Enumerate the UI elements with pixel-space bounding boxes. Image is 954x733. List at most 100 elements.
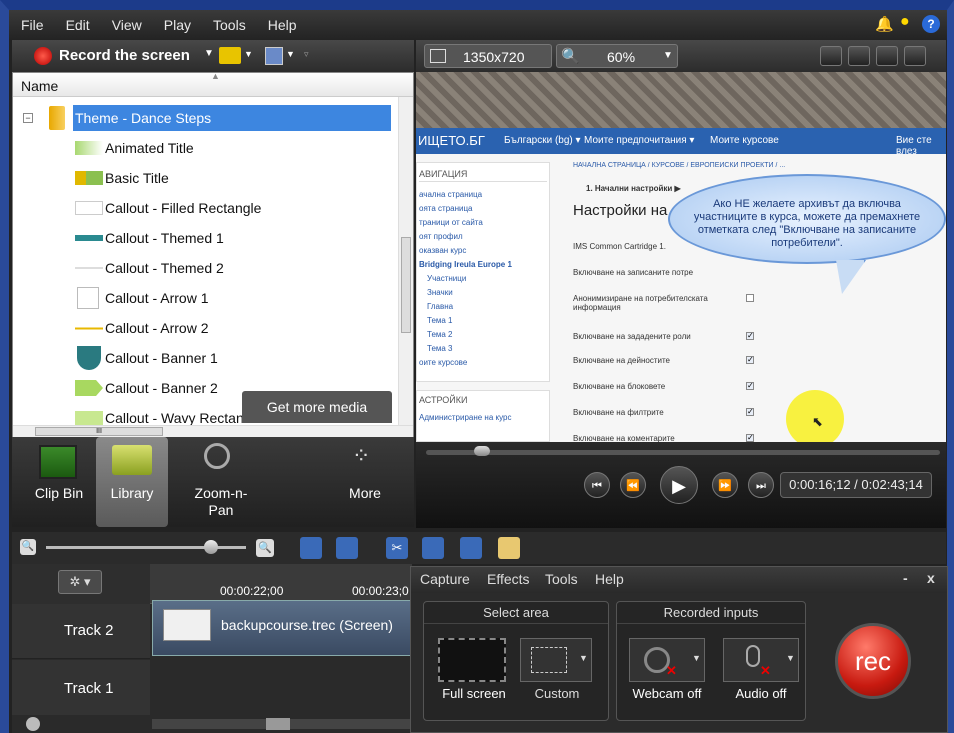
nav-block: АВИГАЦИЯ ачална страница оята страница тра… xyxy=(416,162,550,382)
hand-icon[interactable] xyxy=(848,46,870,66)
full-screen-button[interactable] xyxy=(438,638,506,682)
fit-icon[interactable] xyxy=(876,46,898,66)
minimize-button[interactable]: - xyxy=(903,570,908,586)
dimensions-button[interactable]: 1350x720 xyxy=(424,44,552,68)
custom-area-button[interactable]: ▼ xyxy=(520,638,592,682)
gear-icon[interactable]: ✲ ▾ xyxy=(58,570,102,594)
menu-play[interactable]: Play xyxy=(152,10,201,33)
record-screen-button[interactable]: Record the screen xyxy=(59,47,190,64)
paste-icon[interactable] xyxy=(498,537,520,559)
copy-icon[interactable] xyxy=(460,537,482,559)
list-item[interactable]: Callout - Arrow 2 xyxy=(13,313,398,343)
split-icon[interactable] xyxy=(422,537,444,559)
timeline-clip[interactable]: backupcourse.trec (Screen) xyxy=(152,600,412,656)
zoom-in-icon[interactable]: 🔍 xyxy=(256,539,274,557)
chevron-down-icon[interactable]: ▼ xyxy=(204,48,214,59)
produce-icon[interactable] xyxy=(265,47,283,65)
list-item[interactable]: Callout - Banner 1 xyxy=(13,343,398,373)
list-item[interactable]: Callout - Arrow 1 xyxy=(13,283,398,313)
group-title: Recorded inputs xyxy=(617,602,805,624)
tab-zoom-n-pan[interactable]: Zoom-n- Pan xyxy=(176,437,266,527)
list-item[interactable]: − Theme - Dance Steps xyxy=(13,103,398,133)
site-navbar: ИЩЕТО.БГ Български (bg) ▾ Моите предпочи… xyxy=(416,128,946,157)
audio-toggle[interactable]: ✕ ▼ xyxy=(723,638,799,682)
time-ruler[interactable]: 00:00:22;00 00:00:23;0 xyxy=(150,564,412,604)
scroll-thumb[interactable] xyxy=(266,718,290,730)
list-item[interactable]: Callout - Themed 1 xyxy=(13,223,398,253)
vertical-scrollbar[interactable] xyxy=(398,97,413,425)
step-label: 1. Начални настройки ▶ xyxy=(586,184,681,193)
horizontal-scrollbar[interactable]: III xyxy=(13,425,413,437)
menu-effects[interactable]: Effects xyxy=(487,571,530,587)
skip-forward-icon[interactable]: ⏭ xyxy=(748,472,774,498)
thumbnail-icon xyxy=(75,411,103,425)
tab-library[interactable]: Library xyxy=(96,437,168,527)
list-item-label: Callout - Themed 1 xyxy=(105,230,224,246)
redo-icon[interactable] xyxy=(336,537,358,559)
audio-label: Audio off xyxy=(735,686,787,701)
nav-link: Тема 3 xyxy=(427,344,453,353)
list-item[interactable]: Animated Title xyxy=(13,133,398,163)
menu-edit[interactable]: Edit xyxy=(54,10,100,33)
track-height-thumb[interactable] xyxy=(26,717,40,731)
menu-help[interactable]: Help xyxy=(256,10,307,33)
overflow-icon[interactable]: ▿ xyxy=(304,49,309,60)
zoom-out-icon[interactable]: 🔍 xyxy=(20,539,36,555)
zoom-dropdown[interactable]: 🔍 60% ▼ xyxy=(556,44,678,68)
get-more-media-button[interactable]: Get more media xyxy=(242,391,392,423)
track-header[interactable]: Track 1 xyxy=(12,660,150,715)
list-item[interactable]: Basic Title xyxy=(13,163,398,193)
tab-label: More xyxy=(349,485,381,501)
chevron-down-icon: ▼ xyxy=(692,653,701,663)
canvas-preview[interactable]: ИЩЕТО.БГ Български (bg) ▾ Моите предпочи… xyxy=(416,72,946,442)
list-item[interactable]: Callout - Filled Rectangle xyxy=(13,193,398,223)
menu-capture[interactable]: Capture xyxy=(420,571,470,587)
menu-tools[interactable]: Tools xyxy=(201,10,256,33)
seek-bar[interactable] xyxy=(426,450,940,455)
chevron-down-icon[interactable]: ▼ xyxy=(244,49,253,59)
bell-icon[interactable]: 🔔 xyxy=(875,15,894,33)
rewind-icon[interactable]: ⏪ xyxy=(620,472,646,498)
track-header[interactable]: Track 2 xyxy=(12,604,150,659)
scroll-thumb[interactable] xyxy=(401,237,411,333)
tab-clip-bin[interactable]: Clip Bin xyxy=(18,437,100,527)
ruler-label: 00:00:22;00 xyxy=(220,584,284,598)
zoom-slider-thumb[interactable] xyxy=(204,540,218,554)
play-button[interactable]: ▶ xyxy=(660,466,698,504)
thumbnail-icon xyxy=(75,141,103,155)
setting-row: Включване на дейностите xyxy=(573,356,670,365)
time-display: 0:00:16;12 / 0:02:43;14 xyxy=(780,472,932,498)
undo-icon[interactable] xyxy=(300,537,322,559)
import-media-icon[interactable] xyxy=(219,47,241,64)
collapse-icon[interactable]: − xyxy=(23,113,33,123)
menu-file[interactable]: File xyxy=(9,10,54,33)
skip-back-icon[interactable]: ⏮ xyxy=(584,472,610,498)
callout-bubble[interactable]: Ако НЕ желаете архивът да включва участн… xyxy=(668,174,946,264)
tab-more[interactable]: ⁘ More xyxy=(322,437,408,527)
seek-thumb[interactable] xyxy=(474,446,490,456)
setting-row: Включване на зададените роли xyxy=(573,332,691,341)
record-button[interactable]: rec xyxy=(835,623,911,699)
menu-tools[interactable]: Tools xyxy=(545,571,578,587)
settings-block: АСТРОЙКИ Администриране на курс xyxy=(416,390,550,442)
help-icon[interactable]: ? xyxy=(922,15,940,33)
list-item-label: Animated Title xyxy=(105,140,194,156)
lightbulb-icon[interactable]: ● xyxy=(900,13,910,31)
preview-toolbar: 1350x720 🔍 60% ▼ xyxy=(416,40,946,72)
scroll-thumb[interactable]: III xyxy=(35,427,163,436)
close-button[interactable]: x xyxy=(927,570,935,586)
fullscreen-icon[interactable] xyxy=(904,46,926,66)
folder-icon xyxy=(49,106,65,130)
nav-link: траници от сайта xyxy=(419,218,483,227)
crop-icon[interactable] xyxy=(820,46,842,66)
chevron-down-icon: ▼ xyxy=(579,653,588,663)
menu-help[interactable]: Help xyxy=(595,571,624,587)
list-item[interactable]: Callout - Themed 2 xyxy=(13,253,398,283)
menu-view[interactable]: View xyxy=(100,10,152,33)
timeline-toolbar: 🔍 🔍 ✂ xyxy=(12,532,946,564)
chevron-down-icon[interactable]: ▼ xyxy=(286,49,295,59)
microphone-icon xyxy=(746,645,760,667)
fast-forward-icon[interactable]: ⏩ xyxy=(712,472,738,498)
webcam-toggle[interactable]: ✕ ▼ xyxy=(629,638,705,682)
cut-icon[interactable]: ✂ xyxy=(386,537,408,559)
